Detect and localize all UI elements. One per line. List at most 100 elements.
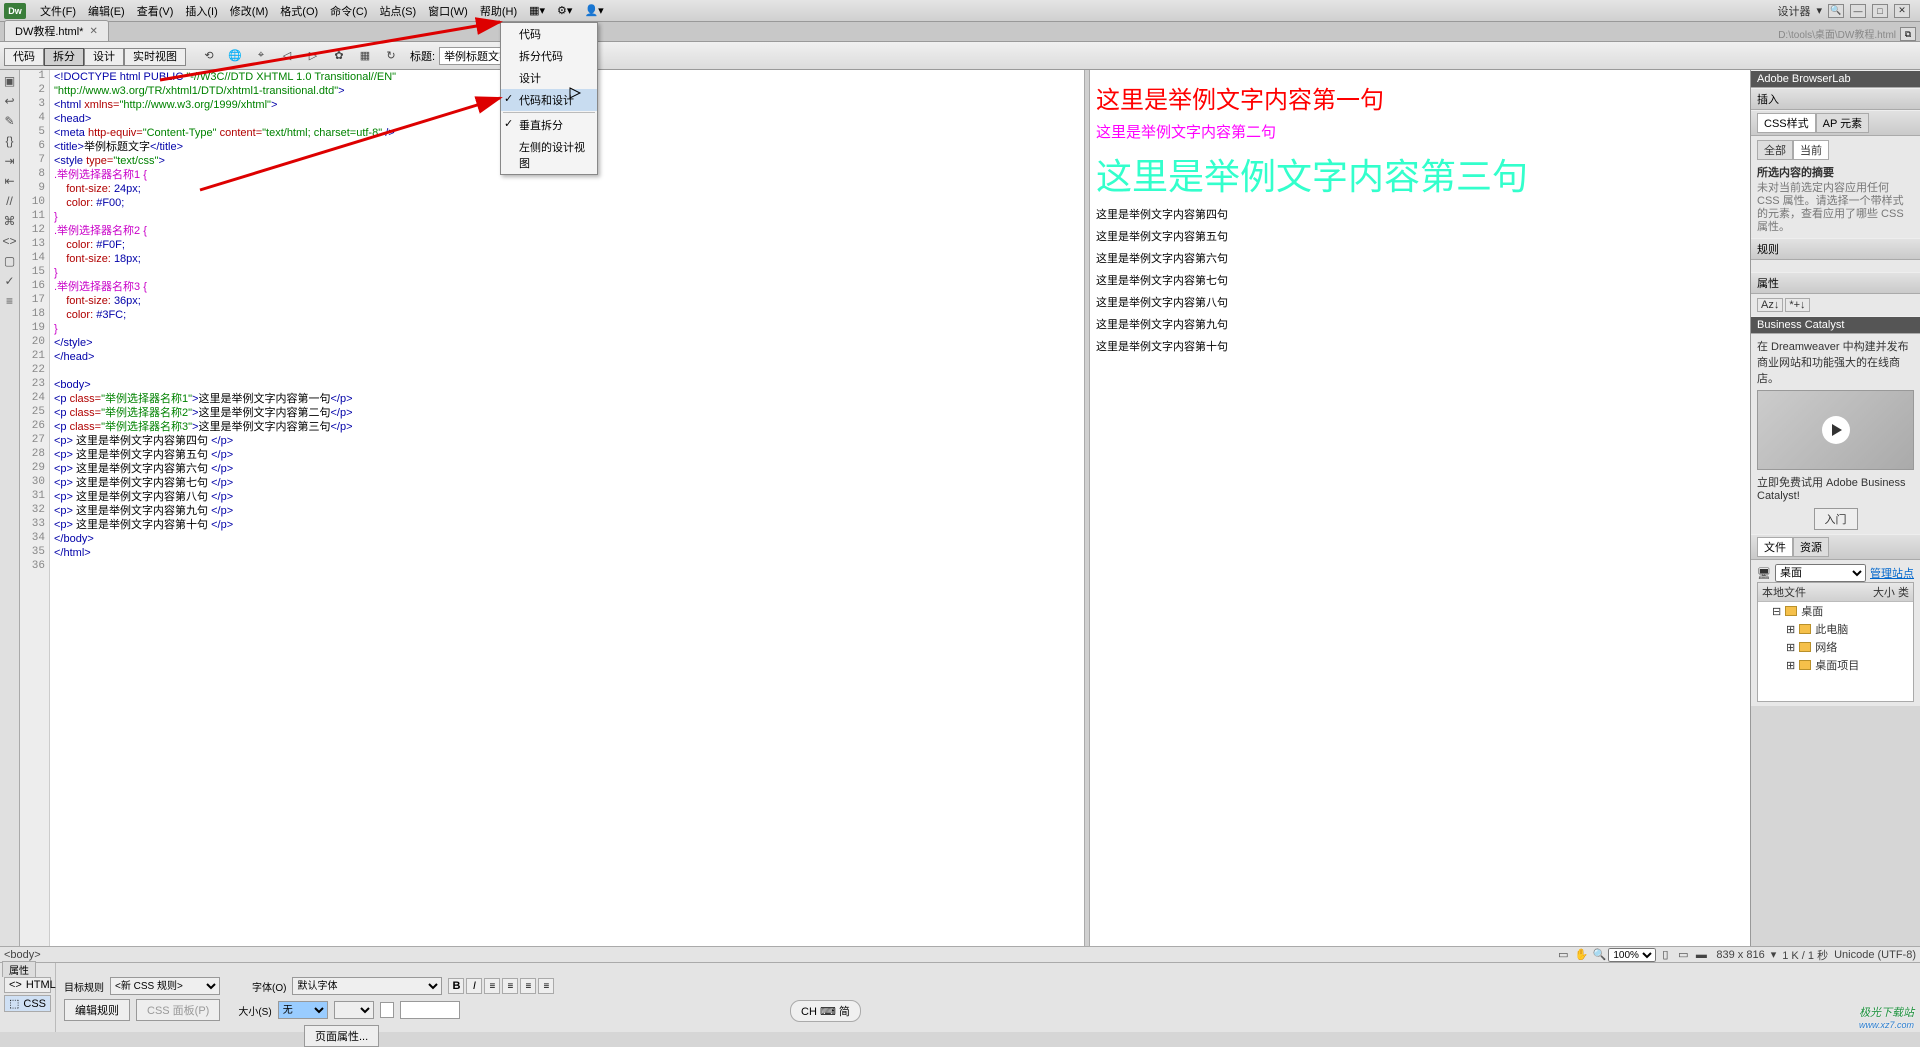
menu-item[interactable]: 文件(F) (34, 1, 82, 21)
ime-indicator[interactable]: CH ⌨ 简 (790, 1000, 861, 1022)
css-panel-button[interactable]: CSS 面板(P) (136, 999, 220, 1021)
pointer-icon[interactable]: ▭ (1554, 948, 1572, 962)
comment-icon[interactable]: // (3, 194, 17, 208)
tablet-icon[interactable]: ▭ (1674, 948, 1692, 962)
tab-css-styles[interactable]: CSS样式 (1757, 113, 1816, 133)
size-unit-select[interactable] (334, 1001, 374, 1019)
design-paragraph[interactable]: 这里是举例文字内容第六句 (1096, 250, 1744, 266)
font-select[interactable]: 默认字体 (292, 977, 442, 995)
search-icon[interactable]: 🔍 (1828, 4, 1844, 18)
props-css-button[interactable]: ⬚CSS (4, 995, 51, 1012)
menu-item[interactable]: 窗口(W) (422, 1, 474, 21)
snippet-icon[interactable]: ⌘ (3, 214, 17, 228)
menu-item[interactable]: 格式(O) (274, 1, 324, 21)
css-rules-header[interactable]: 规则 (1751, 238, 1920, 260)
highlight-icon[interactable]: ✎ (3, 114, 17, 128)
format-icon[interactable]: ≡ (3, 294, 17, 308)
tab-files[interactable]: 文件 (1757, 537, 1793, 557)
design-paragraph[interactable]: 这里是举例文字内容第七句 (1096, 272, 1744, 288)
user-icon[interactable]: 👤▾ (578, 2, 609, 19)
color-input[interactable] (400, 1001, 460, 1019)
design-paragraph[interactable]: 这里是举例文字内容第九句 (1096, 316, 1744, 332)
align-center-button[interactable]: ≡ (502, 978, 518, 994)
design-paragraph[interactable]: 这里是举例文字内容第一句 (1096, 80, 1744, 115)
minimize-button[interactable]: — (1850, 4, 1866, 18)
category-icon[interactable]: *+↓ (1785, 298, 1809, 312)
workspace-label[interactable]: 设计器 (1777, 3, 1810, 19)
filetree-row[interactable]: ⊟桌面 (1758, 602, 1913, 620)
refresh-icon[interactable]: ↻ (380, 46, 402, 66)
indent-icon[interactable]: ⇥ (3, 154, 17, 168)
menu-item[interactable]: 插入(I) (179, 1, 223, 21)
browserlab-panel-header[interactable]: Adobe BrowserLab (1751, 70, 1920, 88)
size-select[interactable]: 无 (278, 1001, 328, 1019)
menu-item[interactable]: 编辑(E) (82, 1, 131, 21)
design-paragraph[interactable]: 这里是举例文字内容第三句 (1096, 148, 1744, 200)
filetree-row[interactable]: ⊞桌面项目 (1758, 656, 1913, 674)
site-select[interactable]: 桌面 (1775, 564, 1866, 582)
layout-dropdown-icon[interactable]: ▦▾ (523, 2, 551, 19)
color-swatch[interactable] (380, 1002, 394, 1018)
file-tree[interactable]: 本地文件大小 类 ⊟桌面⊞此电脑⊞网络⊞桌面项目 (1757, 582, 1914, 702)
menu-item[interactable]: 站点(S) (373, 1, 422, 21)
maximize-button[interactable]: □ (1872, 4, 1888, 18)
desktop-icon[interactable]: ▬ (1692, 948, 1710, 962)
layout-menu-item[interactable]: 左侧的设计视图 (501, 136, 597, 174)
edit-rule-button[interactable]: 编辑规则 (64, 999, 130, 1021)
layout-menu-item[interactable]: 拆分代码 (501, 45, 597, 67)
bc-start-button[interactable]: 入门 (1814, 508, 1858, 530)
nav-fwd-icon[interactable]: ▷ (302, 46, 324, 66)
layout-menu-item[interactable]: ✓代码和设计 (501, 89, 597, 111)
outdent-icon[interactable]: ⇤ (3, 174, 17, 188)
close-button[interactable]: ✕ (1894, 4, 1910, 18)
play-icon[interactable] (1822, 416, 1850, 444)
check-icon[interactable]: ▦ (354, 46, 376, 66)
align-left-button[interactable]: ≡ (484, 978, 500, 994)
az-sort-icon[interactable]: Az↓ (1757, 298, 1783, 312)
menu-item[interactable]: 修改(M) (224, 1, 275, 21)
design-paragraph[interactable]: 这里是举例文字内容第五句 (1096, 228, 1744, 244)
inspect-icon[interactable]: ⌖ (250, 46, 272, 66)
zoom-icon[interactable]: 🔍 (1590, 948, 1608, 962)
code-editor[interactable]: <!DOCTYPE html PUBLIC "-//W3C//DTD XHTML… (50, 70, 1084, 946)
menu-item[interactable]: 命令(C) (324, 1, 373, 21)
target-rule-select[interactable]: <新 CSS 规则> (110, 977, 220, 995)
layout-menu-item[interactable]: 代码 (501, 23, 597, 45)
manage-sites-link[interactable]: 管理站点 (1870, 565, 1914, 581)
view-live-button[interactable]: 实时视图 (124, 48, 186, 66)
css-props-header[interactable]: 属性 (1751, 272, 1920, 294)
validate-icon[interactable]: ✓ (3, 274, 17, 288)
zoom-select[interactable]: 100% (1608, 948, 1656, 962)
css-all-button[interactable]: 全部 (1757, 140, 1793, 160)
filetree-row[interactable]: ⊞此电脑 (1758, 620, 1913, 638)
nav-back-icon[interactable]: ◁ (276, 46, 298, 66)
layout-menu-item[interactable]: ✓垂直拆分 (501, 114, 597, 136)
align-right-button[interactable]: ≡ (520, 978, 536, 994)
align-justify-button[interactable]: ≡ (538, 978, 554, 994)
css-current-button[interactable]: 当前 (1793, 140, 1829, 160)
design-paragraph[interactable]: 这里是举例文字内容第四句 (1096, 206, 1744, 222)
page-properties-button[interactable]: 页面属性... (304, 1025, 379, 1047)
menu-item[interactable]: 帮助(H) (474, 1, 523, 21)
image-icon[interactable]: ▢ (3, 254, 17, 268)
menu-item[interactable]: 查看(V) (131, 1, 180, 21)
view-code-button[interactable]: 代码 (4, 48, 44, 66)
props-html-button[interactable]: <>HTML (4, 977, 51, 993)
design-paragraph[interactable]: 这里是举例文字内容第八句 (1096, 294, 1744, 310)
properties-header[interactable]: 属性 (2, 961, 36, 977)
balance-icon[interactable]: {} (3, 134, 17, 148)
business-catalyst-header[interactable]: Business Catalyst (1751, 316, 1920, 334)
tab-assets[interactable]: 资源 (1793, 537, 1829, 557)
collapse-icon[interactable]: ▣ (3, 74, 17, 88)
design-paragraph[interactable]: 这里是举例文字内容第二句 (1096, 121, 1744, 142)
close-icon[interactable]: ✕ (89, 26, 97, 37)
bc-thumbnail[interactable] (1757, 390, 1914, 470)
italic-button[interactable]: I (466, 978, 482, 994)
design-paragraph[interactable]: 这里是举例文字内容第十句 (1096, 338, 1744, 354)
globe-icon[interactable]: 🌐 (224, 46, 246, 66)
filetree-row[interactable]: ⊞网络 (1758, 638, 1913, 656)
gear-icon[interactable]: ⚙▾ (551, 2, 578, 19)
wrap-icon[interactable]: ↩ (3, 94, 17, 108)
bold-button[interactable]: B (448, 978, 464, 994)
design-view[interactable]: 这里是举例文字内容第一句这里是举例文字内容第二句这里是举例文字内容第三句这里是举… (1090, 70, 1750, 946)
